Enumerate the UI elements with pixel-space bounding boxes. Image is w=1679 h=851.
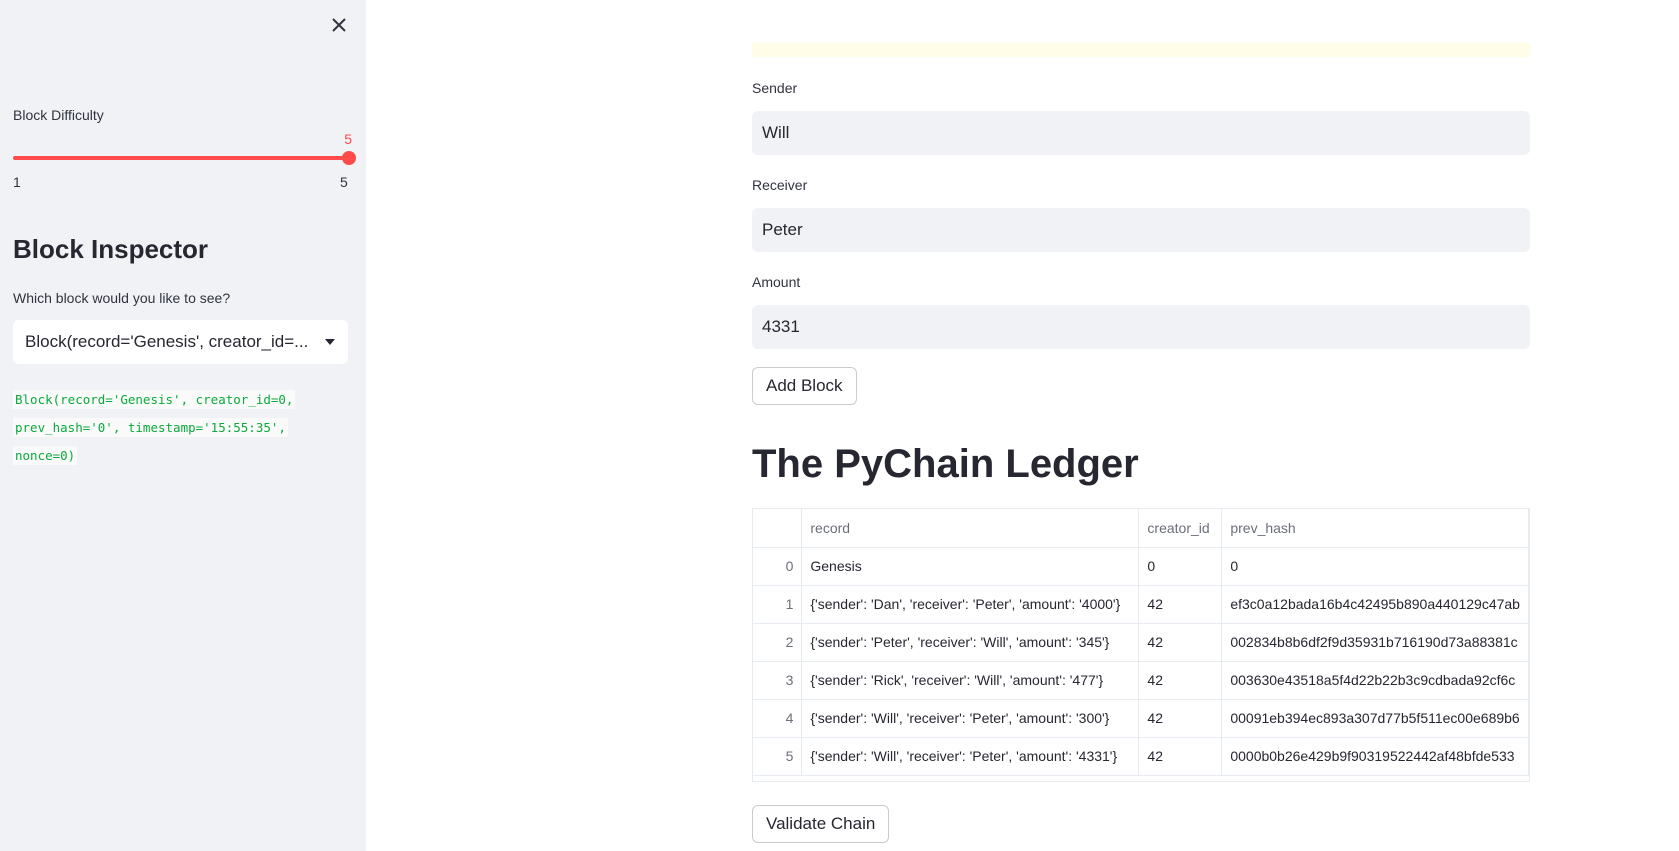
cell-creator-id[interactable]: 0 [1138,547,1223,586]
row-index: 4 [753,699,803,738]
close-icon [332,18,346,32]
cell-creator-id[interactable]: 42 [1138,661,1223,700]
block-inspector-heading: Block Inspector [13,234,209,264]
block-select[interactable]: Block(record='Genesis', creator_id=... [13,320,348,364]
slider-min-label: 1 [13,174,21,190]
cell-prev-hash[interactable]: 003630e43518a5f4d22b22b3c9cdbada92cf6c [1221,661,1529,700]
sidebar: Block Difficulty 5 1 5 Block Inspector W… [0,0,366,851]
row-index: 3 [753,661,803,700]
cell-prev-hash[interactable]: 00091eb394ec893a307d77b5f511ec00e689b6 [1221,699,1529,738]
column-header-creator-id[interactable]: creator_id [1138,509,1223,548]
slider-max-label: 5 [340,174,348,190]
block-output-line: nonce=0) [13,446,78,465]
column-header-index[interactable] [753,509,803,548]
cell-record[interactable]: {'sender': 'Will', 'receiver': 'Peter', … [801,699,1140,738]
add-block-button[interactable]: Add Block [752,367,857,405]
table-row: 2 {'sender': 'Peter', 'receiver': 'Will'… [753,623,1529,662]
slider-value: 5 [344,131,352,147]
sender-label: Sender [752,80,798,96]
sender-input[interactable] [752,111,1530,155]
table-row: 5 {'sender': 'Will', 'receiver': 'Peter'… [753,737,1529,776]
cell-record[interactable]: {'sender': 'Will', 'receiver': 'Peter', … [801,737,1140,776]
block-output: Block(record='Genesis', creator_id=0, pr… [13,386,343,470]
table-row: 1 {'sender': 'Dan', 'receiver': 'Peter',… [753,585,1529,624]
receiver-input[interactable] [752,208,1530,252]
amount-input[interactable] [752,305,1530,349]
receiver-label: Receiver [752,177,808,193]
cell-prev-hash[interactable]: 0000b0b26e429b9f90319522442af48bfde533 [1221,737,1529,776]
ledger-title: The PyChain Ledger [752,442,1139,486]
cell-creator-id[interactable]: 42 [1138,737,1223,776]
cell-creator-id[interactable]: 42 [1138,699,1223,738]
cell-prev-hash[interactable]: ef3c0a12bada16b4c42495b890a440129c47ab [1221,585,1529,624]
block-output-line: prev_hash='0', timestamp='15:55:35', [13,418,288,437]
table-header-row: record creator_id prev_hash [753,509,1529,548]
difficulty-slider-track[interactable] [13,156,349,160]
row-index: 0 [753,547,803,586]
cell-record[interactable]: {'sender': 'Rick', 'receiver': 'Will', '… [801,661,1140,700]
main-content: Sender Receiver Amount Add Block The PyC… [366,0,1679,851]
cell-record[interactable]: {'sender': 'Dan', 'receiver': 'Peter', '… [801,585,1140,624]
validate-chain-button[interactable]: Validate Chain [752,805,890,843]
difficulty-slider-thumb[interactable] [342,151,356,165]
cell-record[interactable]: Genesis [801,547,1140,586]
cell-record[interactable]: {'sender': 'Peter', 'receiver': 'Will', … [801,623,1140,662]
cell-prev-hash[interactable]: 002834b8b6df2f9d35931b716190d73a88381c [1221,623,1529,662]
difficulty-label: Block Difficulty [13,107,104,123]
block-select-prompt: Which block would you like to see? [13,290,231,306]
column-header-record[interactable]: record [801,509,1140,548]
close-sidebar-button[interactable] [322,8,356,42]
cell-creator-id[interactable]: 42 [1138,623,1223,662]
table-row: 0 Genesis 0 0 [753,547,1529,586]
chevron-down-icon [325,339,335,345]
cell-creator-id[interactable]: 42 [1138,585,1223,624]
block-output-line: Block(record='Genesis', creator_id=0, [13,390,296,409]
table-row: 3 {'sender': 'Rick', 'receiver': 'Will',… [753,661,1529,700]
ledger-table[interactable]: record creator_id prev_hash 0 Genesis 0 … [752,508,1530,782]
block-select-value: Block(record='Genesis', creator_id=... [25,332,309,351]
row-index: 1 [753,585,803,624]
cell-prev-hash[interactable]: 0 [1221,547,1529,586]
alert-strip [752,43,1530,57]
amount-label: Amount [752,274,801,290]
row-index: 5 [753,737,803,776]
row-index: 2 [753,623,803,662]
column-header-prev-hash[interactable]: prev_hash [1221,509,1529,548]
table-row: 4 {'sender': 'Will', 'receiver': 'Peter'… [753,699,1529,738]
